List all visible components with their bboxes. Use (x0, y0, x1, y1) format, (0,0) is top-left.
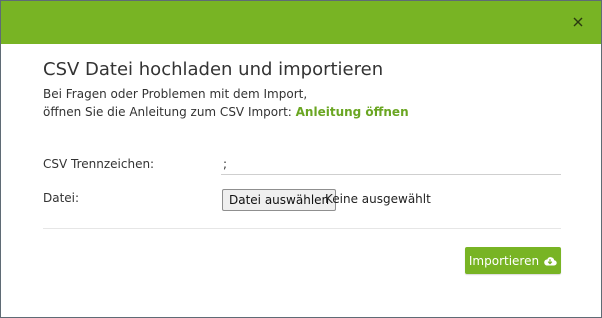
csv-import-modal: CSV Datei hochladen und importieren Bei … (0, 0, 602, 318)
separator-input[interactable] (221, 153, 561, 175)
cloud-download-icon (543, 255, 557, 267)
intro-text-line1: Bei Fragen oder Problemen mit dem Import… (43, 87, 308, 101)
modal-title: CSV Datei hochladen und importieren (43, 59, 384, 80)
modal-header (1, 1, 601, 44)
divider (43, 228, 561, 229)
file-status-text: Keine ausgewählt (325, 192, 431, 206)
file-label: Datei: (43, 191, 80, 205)
close-icon[interactable] (569, 13, 587, 31)
choose-file-button[interactable]: Datei auswählen (222, 189, 337, 211)
import-button[interactable]: Importieren (465, 247, 561, 274)
intro-text-prefix: öffnen Sie die Anleitung zum CSV Import: (43, 105, 296, 119)
separator-label: CSV Trennzeichen: (43, 157, 155, 171)
intro-text-line2: öffnen Sie die Anleitung zum CSV Import:… (43, 105, 409, 119)
import-button-label: Importieren (468, 253, 540, 268)
help-link[interactable]: Anleitung öffnen (296, 105, 409, 119)
